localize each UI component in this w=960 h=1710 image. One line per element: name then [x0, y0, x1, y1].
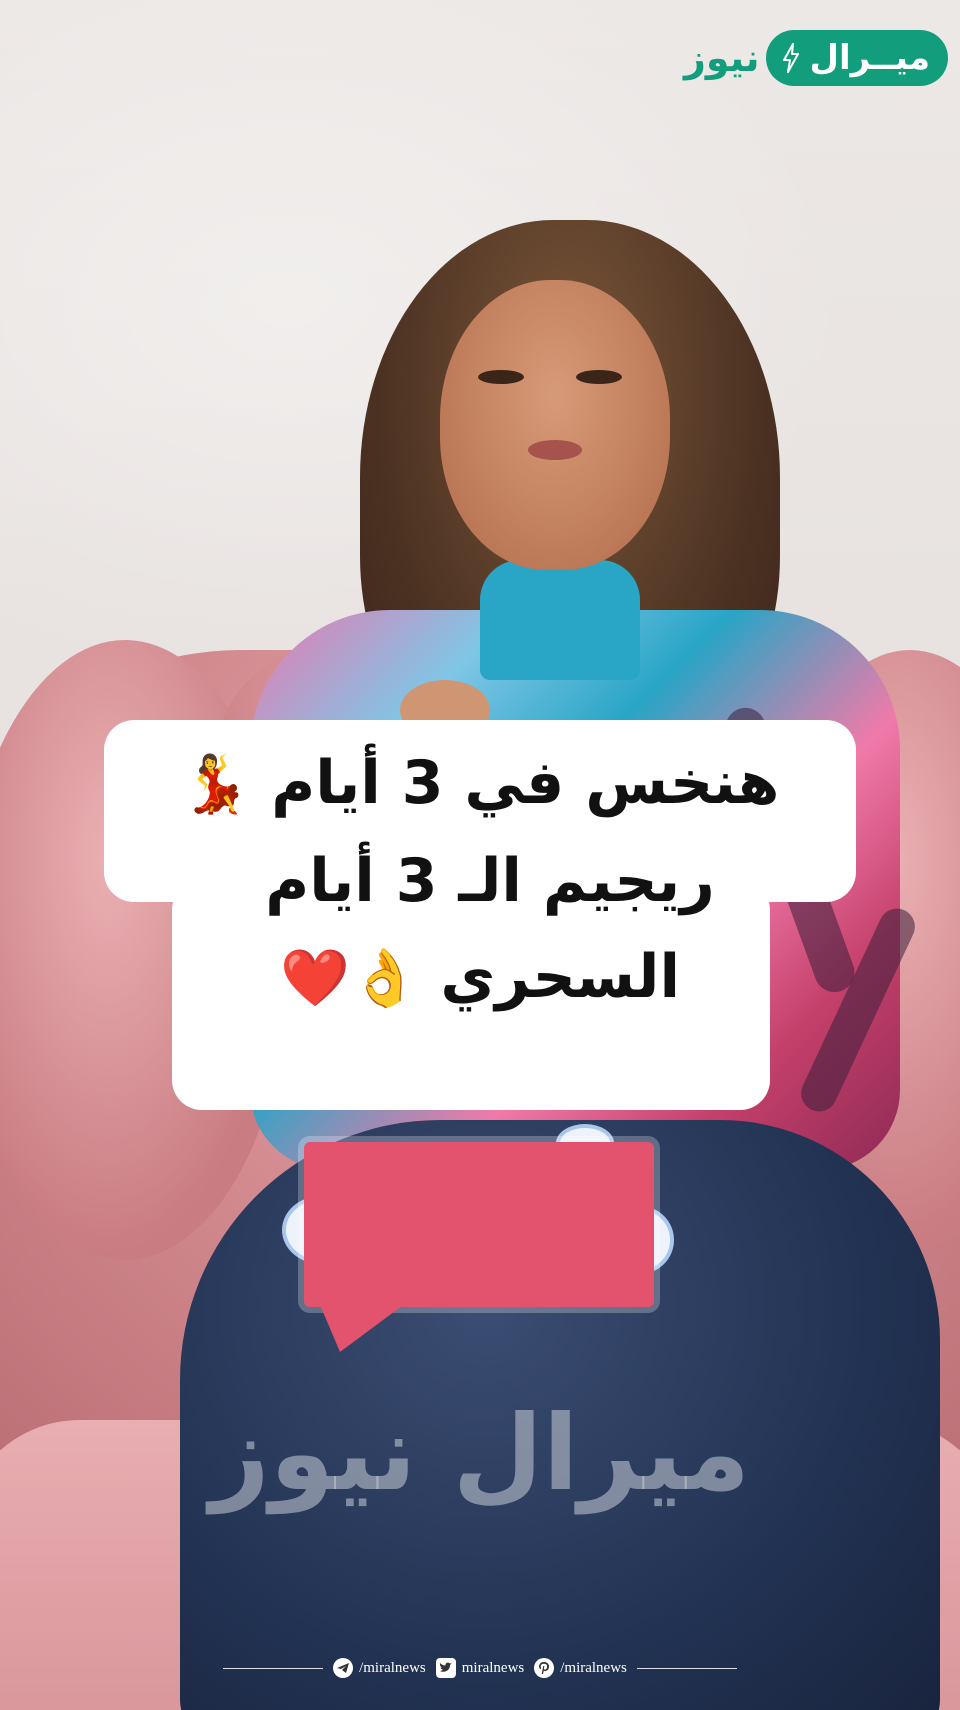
- ok-heart-emoji: 👌❤️: [279, 946, 420, 1011]
- caption: هنخس في 3 أيام 💃 ريجيم الـ 3 أيام السحري…: [104, 735, 856, 1027]
- footer-divider-left: [223, 1667, 324, 1669]
- logo-word: نيوز: [684, 36, 760, 80]
- caption-line-1-text: هنخس في 3 أيام: [271, 748, 780, 818]
- twitter-icon: [435, 1658, 456, 1678]
- twitter-handle: miralnews: [461, 1659, 525, 1676]
- brand-logo: ميــرال نيوز: [684, 30, 948, 86]
- lightning-icon: [782, 43, 799, 73]
- neck: [480, 560, 640, 680]
- caption-line-2: ريجيم الـ 3 أيام: [265, 846, 715, 916]
- eye-right: [576, 370, 622, 384]
- caption-line-1: هنخس في 3 أيام 💃: [104, 735, 856, 833]
- pinterest-icon: [534, 1658, 555, 1678]
- pink-speech-tail: [318, 1300, 410, 1352]
- footer-divider-right: [636, 1667, 737, 1669]
- logo-pill-text: ميــرال: [809, 38, 930, 78]
- telegram-icon: [333, 1658, 354, 1678]
- pinterest-link[interactable]: /miralnews: [534, 1658, 627, 1678]
- pinterest-handle: /miralnews: [560, 1659, 627, 1676]
- eye-left: [478, 370, 524, 384]
- caption-line-3: السحري 👌❤️: [104, 929, 856, 1027]
- dancer-emoji: 💃: [180, 752, 251, 817]
- telegram-link[interactable]: /miralnews: [333, 1658, 426, 1678]
- face: [440, 280, 670, 570]
- pink-speech-sticker: [304, 1142, 654, 1307]
- telegram-handle: /miralnews: [359, 1659, 426, 1676]
- watermark: ميرال نيوز: [209, 1392, 751, 1514]
- social-footer: /miralnews miralnews /miralnews: [0, 1658, 960, 1678]
- twitter-link[interactable]: miralnews: [435, 1658, 525, 1678]
- mouth: [528, 440, 582, 460]
- logo-pill: ميــرال: [765, 30, 948, 86]
- caption-line-3-text: السحري: [440, 942, 681, 1012]
